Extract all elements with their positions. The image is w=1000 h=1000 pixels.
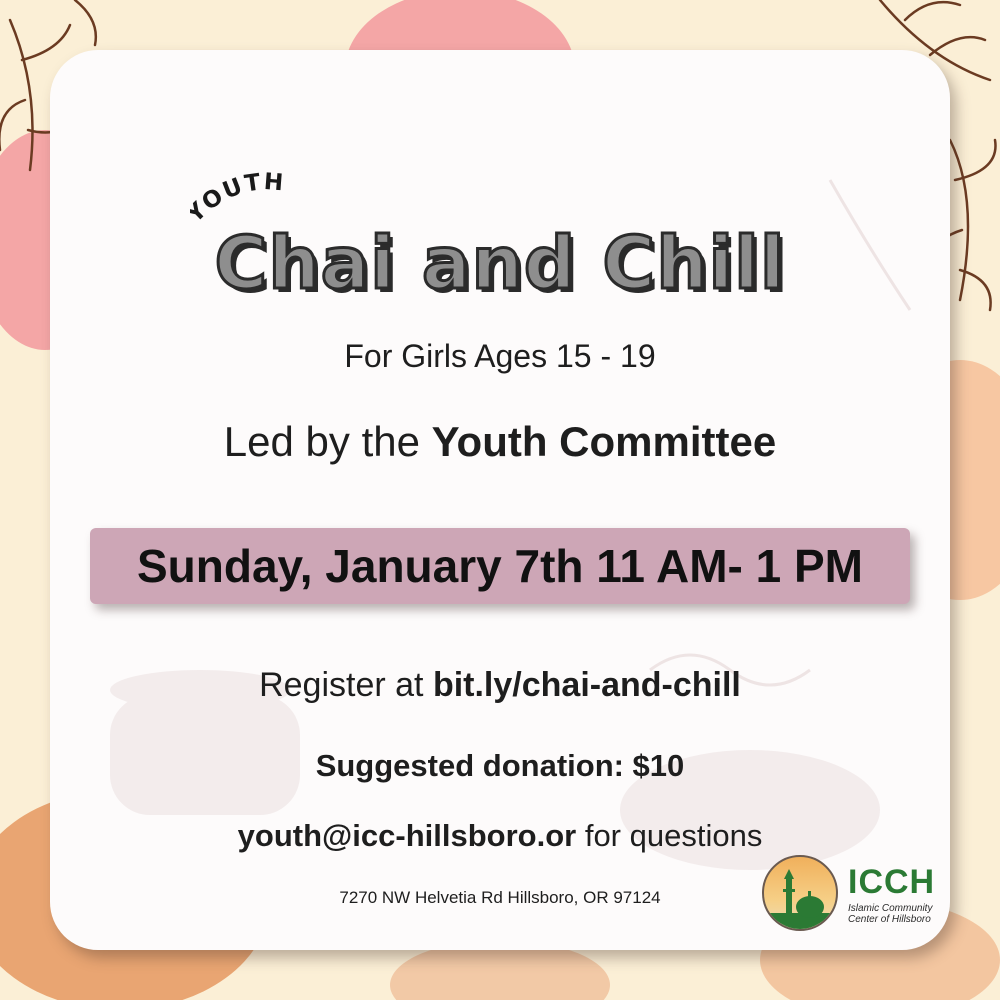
audience-text: For Girls Ages 15 - 19: [344, 338, 656, 374]
logo-name-line2: Center of Hillsboro: [848, 914, 931, 925]
register-link[interactable]: bit.ly/chai-and-chill: [433, 666, 741, 704]
logo-abbreviation: ICCH: [848, 863, 936, 901]
date-time-text: Sunday, January 7th 11 AM- 1 PM: [137, 540, 863, 592]
icch-logo: ICCH Islamic Community Center of Hillsbo…: [762, 855, 936, 935]
event-title: Chai and Chill: [213, 220, 786, 307]
mosque-emblem-icon: [762, 855, 838, 931]
contact-line: youth@icc-hillsboro.or for questions: [0, 818, 1000, 854]
register-line: Register at bit.ly/chai-and-chill: [0, 666, 1000, 705]
led-by-committee: Youth Committee: [431, 418, 777, 465]
logo-name-line1: Islamic Community: [848, 903, 933, 914]
register-prefix: Register at: [259, 666, 424, 704]
contact-email[interactable]: youth@icc-hillsboro.or: [238, 818, 577, 853]
led-by-line: Led by the Youth Committee: [0, 418, 1000, 466]
contact-suffix: for questions: [584, 818, 763, 853]
teacup-watermark: [110, 179, 912, 870]
date-banner: Sunday, January 7th 11 AM- 1 PM: [90, 528, 910, 604]
logo-name: Islamic Community Center of Hillsboro: [848, 903, 938, 925]
poster-card: [50, 50, 950, 950]
donation-text: Suggested donation: $10: [315, 748, 685, 783]
led-by-prefix: Led by the: [223, 418, 420, 465]
